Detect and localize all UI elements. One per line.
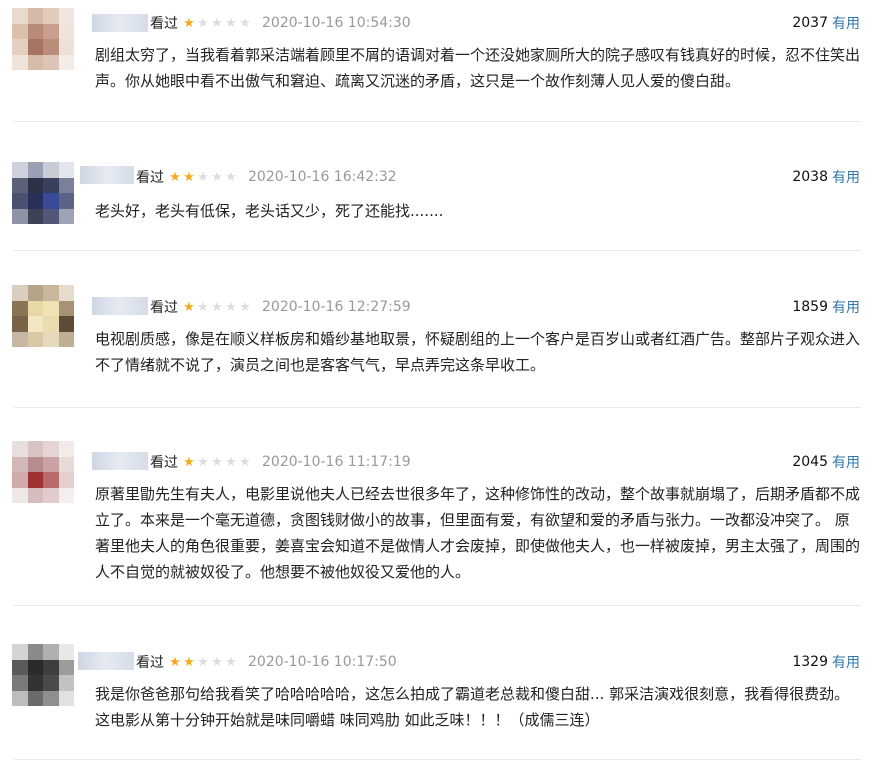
comment-time[interactable]: 2020-10-16 10:54:30 [262, 15, 411, 31]
vote-area: 1859 有用 [792, 297, 860, 317]
comment-meta: 看过 ★ ★ ★ ★ ★ 2020-10-16 10:17:50 [136, 652, 397, 672]
star-empty-icon: ★ [211, 299, 223, 315]
star-empty-icon: ★ [197, 299, 209, 315]
vote-count: 2038 [792, 169, 828, 185]
star-empty-icon: ★ [225, 169, 237, 185]
comment-text: 剧组太穷了，当我看着郭采洁端着顾里不屑的语调对着一个还没她家厕所大的院子感叹有钱… [95, 46, 861, 90]
comment-text: 老头好，老头有低保，老头话又少，死了还能找....... [95, 202, 444, 220]
star-empty-icon: ★ [211, 169, 223, 185]
star-filled-icon: ★ [183, 169, 195, 185]
username-blurred[interactable] [78, 652, 134, 670]
useful-button[interactable]: 有用 [832, 652, 860, 672]
comment-meta: 看过 ★ ★ ★ ★ ★ 2020-10-16 16:42:32 [136, 167, 397, 187]
star-empty-icon: ★ [211, 15, 223, 31]
username-blurred[interactable] [92, 14, 148, 32]
username-blurred[interactable] [80, 166, 134, 184]
avatar[interactable] [12, 285, 74, 347]
star-empty-icon: ★ [225, 15, 237, 31]
vote-area: 2038 有用 [792, 167, 860, 187]
comment-item: 看过 ★ ★ ★ ★ ★ 2020-10-16 12:27:59 1859 有用 电视剧… [0, 251, 875, 408]
star-filled-icon: ★ [183, 454, 195, 470]
watch-status: 看过 [136, 170, 164, 186]
comment-item: 看过 ★ ★ ★ ★ ★ 2020-10-16 11:17:19 2045 有用 原著里… [0, 407, 875, 606]
comment-time[interactable]: 2020-10-16 11:17:19 [262, 454, 411, 470]
star-empty-icon: ★ [211, 654, 223, 670]
star-empty-icon: ★ [239, 454, 251, 470]
star-empty-icon: ★ [197, 169, 209, 185]
watch-status: 看过 [136, 655, 164, 671]
comment-time[interactable]: 2020-10-16 16:42:32 [248, 169, 397, 185]
comment-text: 我是你爸爸那句给我看笑了哈哈哈哈哈，这怎么拍成了霸道老总裁和傻白甜... 郭采洁… [95, 685, 850, 729]
watch-status: 看过 [150, 300, 178, 316]
divider [14, 759, 861, 760]
comment-item: 看过 ★ ★ ★ ★ ★ 2020-10-16 16:42:32 2038 有用 老头好… [0, 122, 875, 251]
star-filled-icon: ★ [183, 654, 195, 670]
vote-count: 2037 [792, 15, 828, 31]
rating-stars: ★ ★ ★ ★ ★ [168, 656, 238, 669]
star-empty-icon: ★ [225, 454, 237, 470]
comment-time[interactable]: 2020-10-16 10:17:50 [248, 654, 397, 670]
avatar[interactable] [12, 8, 74, 70]
useful-button[interactable]: 有用 [832, 452, 860, 472]
rating-stars: ★ ★ ★ ★ ★ [182, 17, 252, 30]
rating-stars: ★ ★ ★ ★ ★ [182, 456, 252, 469]
comment-meta: 看过 ★ ★ ★ ★ ★ 2020-10-16 12:27:59 [150, 297, 411, 317]
username-blurred[interactable] [92, 452, 148, 470]
star-empty-icon: ★ [197, 454, 209, 470]
comment-text: 原著里勖先生有夫人，电影里说他夫人已经去世很多年了，这种修饰性的改动，整个故事就… [95, 485, 861, 581]
vote-count: 1329 [792, 654, 828, 670]
star-empty-icon: ★ [225, 299, 237, 315]
comment-meta: 看过 ★ ★ ★ ★ ★ 2020-10-16 11:17:19 [150, 452, 411, 472]
comment-meta: 看过 ★ ★ ★ ★ ★ 2020-10-16 10:54:30 [150, 13, 411, 33]
vote-area: 1329 有用 [792, 652, 860, 672]
vote-area: 2045 有用 [792, 452, 860, 472]
star-filled-icon: ★ [169, 169, 181, 185]
comment-time[interactable]: 2020-10-16 12:27:59 [262, 299, 411, 315]
star-empty-icon: ★ [197, 654, 209, 670]
avatar[interactable] [12, 441, 74, 503]
star-empty-icon: ★ [197, 15, 209, 31]
vote-count: 1859 [792, 299, 828, 315]
useful-button[interactable]: 有用 [832, 13, 860, 33]
watch-status: 看过 [150, 16, 178, 32]
comment-item: 看过 ★ ★ ★ ★ ★ 2020-10-16 10:54:30 2037 有用 剧组太… [0, 0, 875, 122]
vote-area: 2037 有用 [792, 13, 860, 33]
star-empty-icon: ★ [225, 654, 237, 670]
avatar[interactable] [12, 644, 74, 706]
avatar[interactable] [12, 162, 74, 224]
comment-text: 电视剧质感，像是在顺义样板房和婚纱基地取景，怀疑剧组的上一个客户是百岁山或者红酒… [95, 330, 861, 374]
watch-status: 看过 [150, 455, 178, 471]
star-filled-icon: ★ [169, 654, 181, 670]
star-empty-icon: ★ [211, 454, 223, 470]
vote-count: 2045 [792, 454, 828, 470]
star-empty-icon: ★ [239, 299, 251, 315]
rating-stars: ★ ★ ★ ★ ★ [168, 171, 238, 184]
useful-button[interactable]: 有用 [832, 167, 860, 187]
star-filled-icon: ★ [183, 299, 195, 315]
comment-item: 看过 ★ ★ ★ ★ ★ 2020-10-16 10:17:50 1329 有用 我是你… [0, 606, 875, 762]
username-blurred[interactable] [92, 297, 148, 315]
star-filled-icon: ★ [183, 15, 195, 31]
rating-stars: ★ ★ ★ ★ ★ [182, 301, 252, 314]
star-empty-icon: ★ [239, 15, 251, 31]
useful-button[interactable]: 有用 [832, 297, 860, 317]
